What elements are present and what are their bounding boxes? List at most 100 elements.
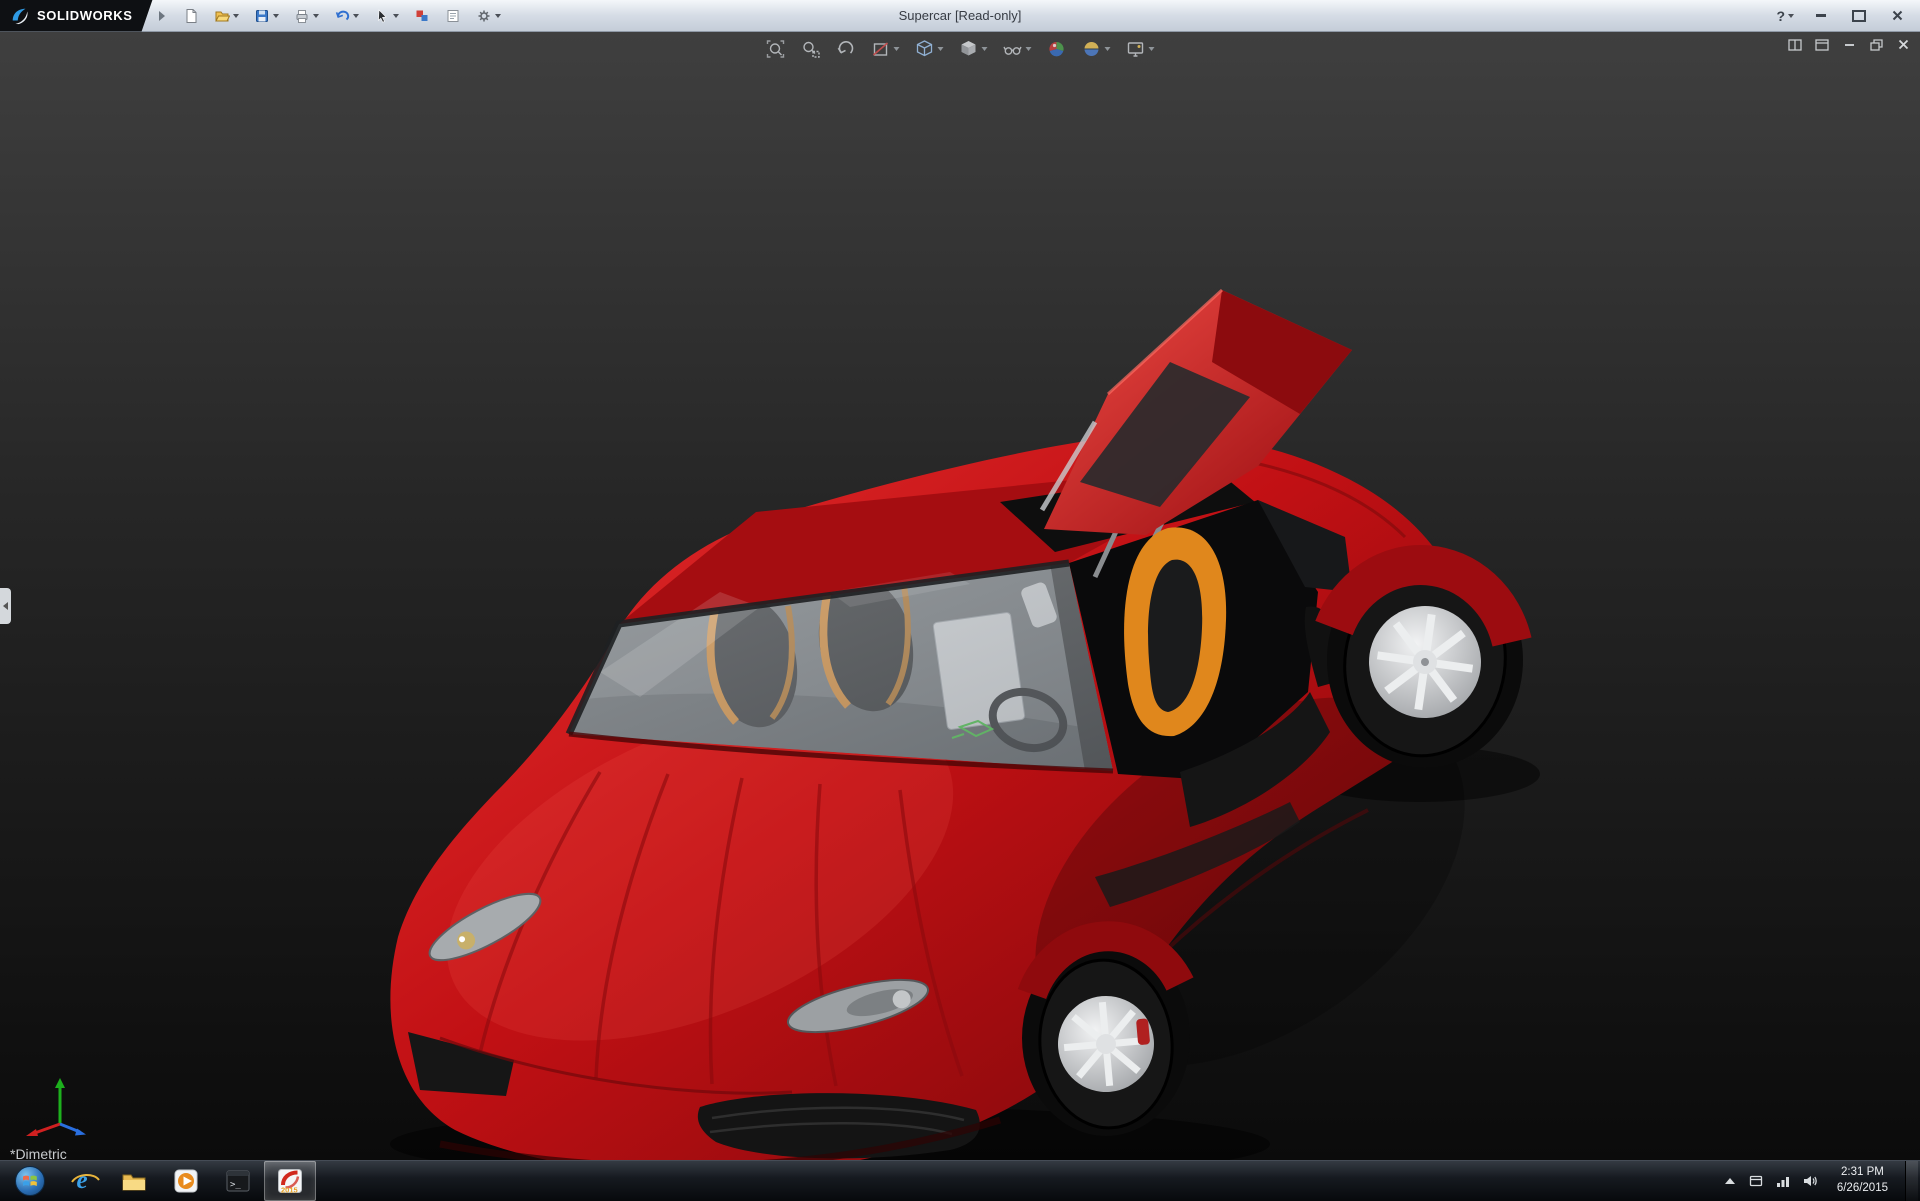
- undo-icon: [334, 8, 350, 24]
- pane-single-button[interactable]: [1813, 37, 1831, 52]
- hide-show-items-button[interactable]: [1002, 38, 1033, 60]
- view-orientation-cube-icon: [915, 39, 935, 59]
- display-style-button[interactable]: [958, 38, 989, 60]
- appearance-ball-icon: [1047, 39, 1067, 59]
- zoom-to-area-button[interactable]: [800, 38, 822, 60]
- heads-up-view-toolbar: [765, 38, 1156, 60]
- standard-toolbar: [181, 6, 503, 26]
- tray-app-icon: [1749, 1174, 1763, 1188]
- hidden-icons-button[interactable]: [1722, 1161, 1738, 1201]
- display-style-icon: [959, 39, 979, 59]
- xpress-tools-button[interactable]: [412, 6, 432, 26]
- undo-button[interactable]: [332, 6, 361, 26]
- reference-triad: [22, 1072, 92, 1136]
- command-prompt-icon: >_: [224, 1167, 252, 1195]
- doc-minimize-button[interactable]: [1840, 37, 1858, 52]
- open-document-icon: [214, 8, 230, 24]
- help-button[interactable]: ?: [1776, 8, 1794, 24]
- app-name: SOLIDWORKS: [37, 8, 133, 23]
- taskbar: e >_: [0, 1160, 1920, 1201]
- close-icon: [1892, 10, 1903, 21]
- doc-close-button[interactable]: [1894, 37, 1912, 52]
- minimize-button[interactable]: [1810, 8, 1832, 24]
- maximize-button[interactable]: [1848, 8, 1870, 24]
- doc-restore-button[interactable]: [1867, 37, 1885, 52]
- ie-orbit-icon: [70, 1171, 100, 1185]
- select-cursor-icon: [374, 8, 390, 24]
- xpress-tools-icon: [414, 8, 430, 24]
- view-settings-icon: [1126, 39, 1146, 59]
- previous-view-button[interactable]: [835, 38, 857, 60]
- dropdown-caret-icon: [894, 47, 900, 51]
- glasses-icon: [1003, 39, 1023, 59]
- open-document-button[interactable]: [212, 6, 241, 26]
- dropdown-caret-icon: [982, 47, 988, 51]
- edit-appearance-button[interactable]: [1046, 38, 1068, 60]
- solidworks-logo-icon: [10, 6, 30, 26]
- graphics-viewport[interactable]: *Dimetric: [0, 32, 1920, 1160]
- new-document-icon: [183, 8, 199, 24]
- volume-icon: [1803, 1174, 1818, 1188]
- zoom-to-fit-button[interactable]: [765, 38, 787, 60]
- svg-text:>_: >_: [230, 1180, 241, 1190]
- view-orientation-button[interactable]: [914, 38, 945, 60]
- windows-start-icon: [14, 1165, 46, 1197]
- sheet-properties-button[interactable]: [443, 6, 463, 26]
- media-player-icon: [172, 1167, 200, 1195]
- split-pane-icon: [1788, 39, 1802, 51]
- close-button[interactable]: [1886, 8, 1908, 24]
- apply-scene-button[interactable]: [1081, 38, 1112, 60]
- minimize-icon: [1816, 14, 1826, 17]
- print-document-icon: [294, 8, 310, 24]
- taskbar-item-file-explorer[interactable]: [108, 1161, 160, 1201]
- clock-date: 6/26/2015: [1837, 1181, 1888, 1197]
- select-tool-button[interactable]: [372, 6, 401, 26]
- dropdown-caret-icon: [273, 14, 279, 18]
- clock-time: 2:31 PM: [1841, 1165, 1884, 1181]
- maximize-icon: [1852, 10, 1866, 22]
- previous-view-icon: [836, 39, 856, 59]
- dropdown-caret-icon: [1149, 47, 1155, 51]
- titlebar: SOLIDWORKS: [0, 0, 1920, 32]
- supercar-model: [0, 32, 1920, 1160]
- pane-layout-button[interactable]: [1786, 37, 1804, 52]
- solidworks-2015-icon: 2015: [276, 1167, 304, 1195]
- view-settings-button[interactable]: [1125, 38, 1156, 60]
- taskbar-item-internet-explorer[interactable]: e: [56, 1161, 108, 1201]
- window-controls: ?: [1776, 8, 1920, 24]
- gear-icon: [476, 8, 492, 24]
- network-icon: [1776, 1174, 1790, 1188]
- chevron-left-icon: [3, 602, 8, 610]
- taskbar-item-solidworks-2015[interactable]: 2015: [264, 1161, 316, 1201]
- options-button[interactable]: [474, 6, 503, 26]
- start-button[interactable]: [4, 1161, 56, 1201]
- folder-icon: [120, 1167, 148, 1195]
- single-pane-icon: [1815, 39, 1829, 51]
- dropdown-caret-icon: [393, 14, 399, 18]
- save-document-button[interactable]: [252, 6, 281, 26]
- show-desktop-button[interactable]: [1905, 1161, 1918, 1201]
- dropdown-caret-icon: [495, 14, 501, 18]
- internet-explorer-icon: e: [76, 1169, 87, 1194]
- volume-button[interactable]: [1801, 1161, 1820, 1201]
- chevron-up-icon: [1724, 1176, 1736, 1186]
- dropdown-caret-icon: [1788, 14, 1794, 18]
- solidworks-logo[interactable]: SOLIDWORKS: [0, 0, 153, 32]
- zoom-to-fit-icon: [766, 39, 786, 59]
- taskbar-item-command-prompt[interactable]: >_: [212, 1161, 264, 1201]
- system-tray: 2:31 PM 6/26/2015: [1722, 1161, 1920, 1201]
- taskbar-item-media-player[interactable]: [160, 1161, 212, 1201]
- print-document-button[interactable]: [292, 6, 321, 26]
- dropdown-caret-icon: [1026, 47, 1032, 51]
- feature-panel-expand-handle[interactable]: [0, 588, 11, 624]
- taskbar-apps: e >_: [0, 1161, 316, 1201]
- section-view-button[interactable]: [870, 38, 901, 60]
- dropdown-caret-icon: [938, 47, 944, 51]
- taskbar-clock[interactable]: 2:31 PM 6/26/2015: [1829, 1161, 1896, 1201]
- close-icon: [1898, 39, 1909, 50]
- svg-text:2015: 2015: [281, 1186, 298, 1195]
- tray-app-button[interactable]: [1747, 1161, 1765, 1201]
- menu-flyout-icon[interactable]: [159, 11, 165, 21]
- new-document-button[interactable]: [181, 6, 201, 26]
- network-button[interactable]: [1774, 1161, 1792, 1201]
